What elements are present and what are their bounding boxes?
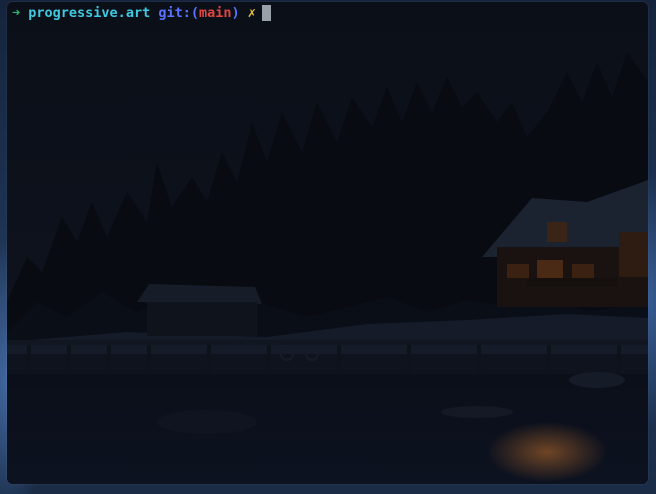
text-cursor	[261, 5, 271, 21]
git-suffix: )	[231, 5, 240, 21]
terminal-window[interactable]: ➜ progressive.art git:(main) ✗	[7, 2, 648, 484]
prompt-arrow-icon: ➜	[12, 5, 21, 21]
current-directory: progressive.art	[28, 5, 151, 21]
git-prefix: git:(	[158, 5, 199, 21]
dirty-marker-icon: ✗	[247, 5, 256, 21]
shell-prompt[interactable]: ➜ progressive.art git:(main) ✗	[12, 3, 271, 23]
git-branch: main	[198, 5, 232, 21]
background-image	[7, 2, 648, 484]
